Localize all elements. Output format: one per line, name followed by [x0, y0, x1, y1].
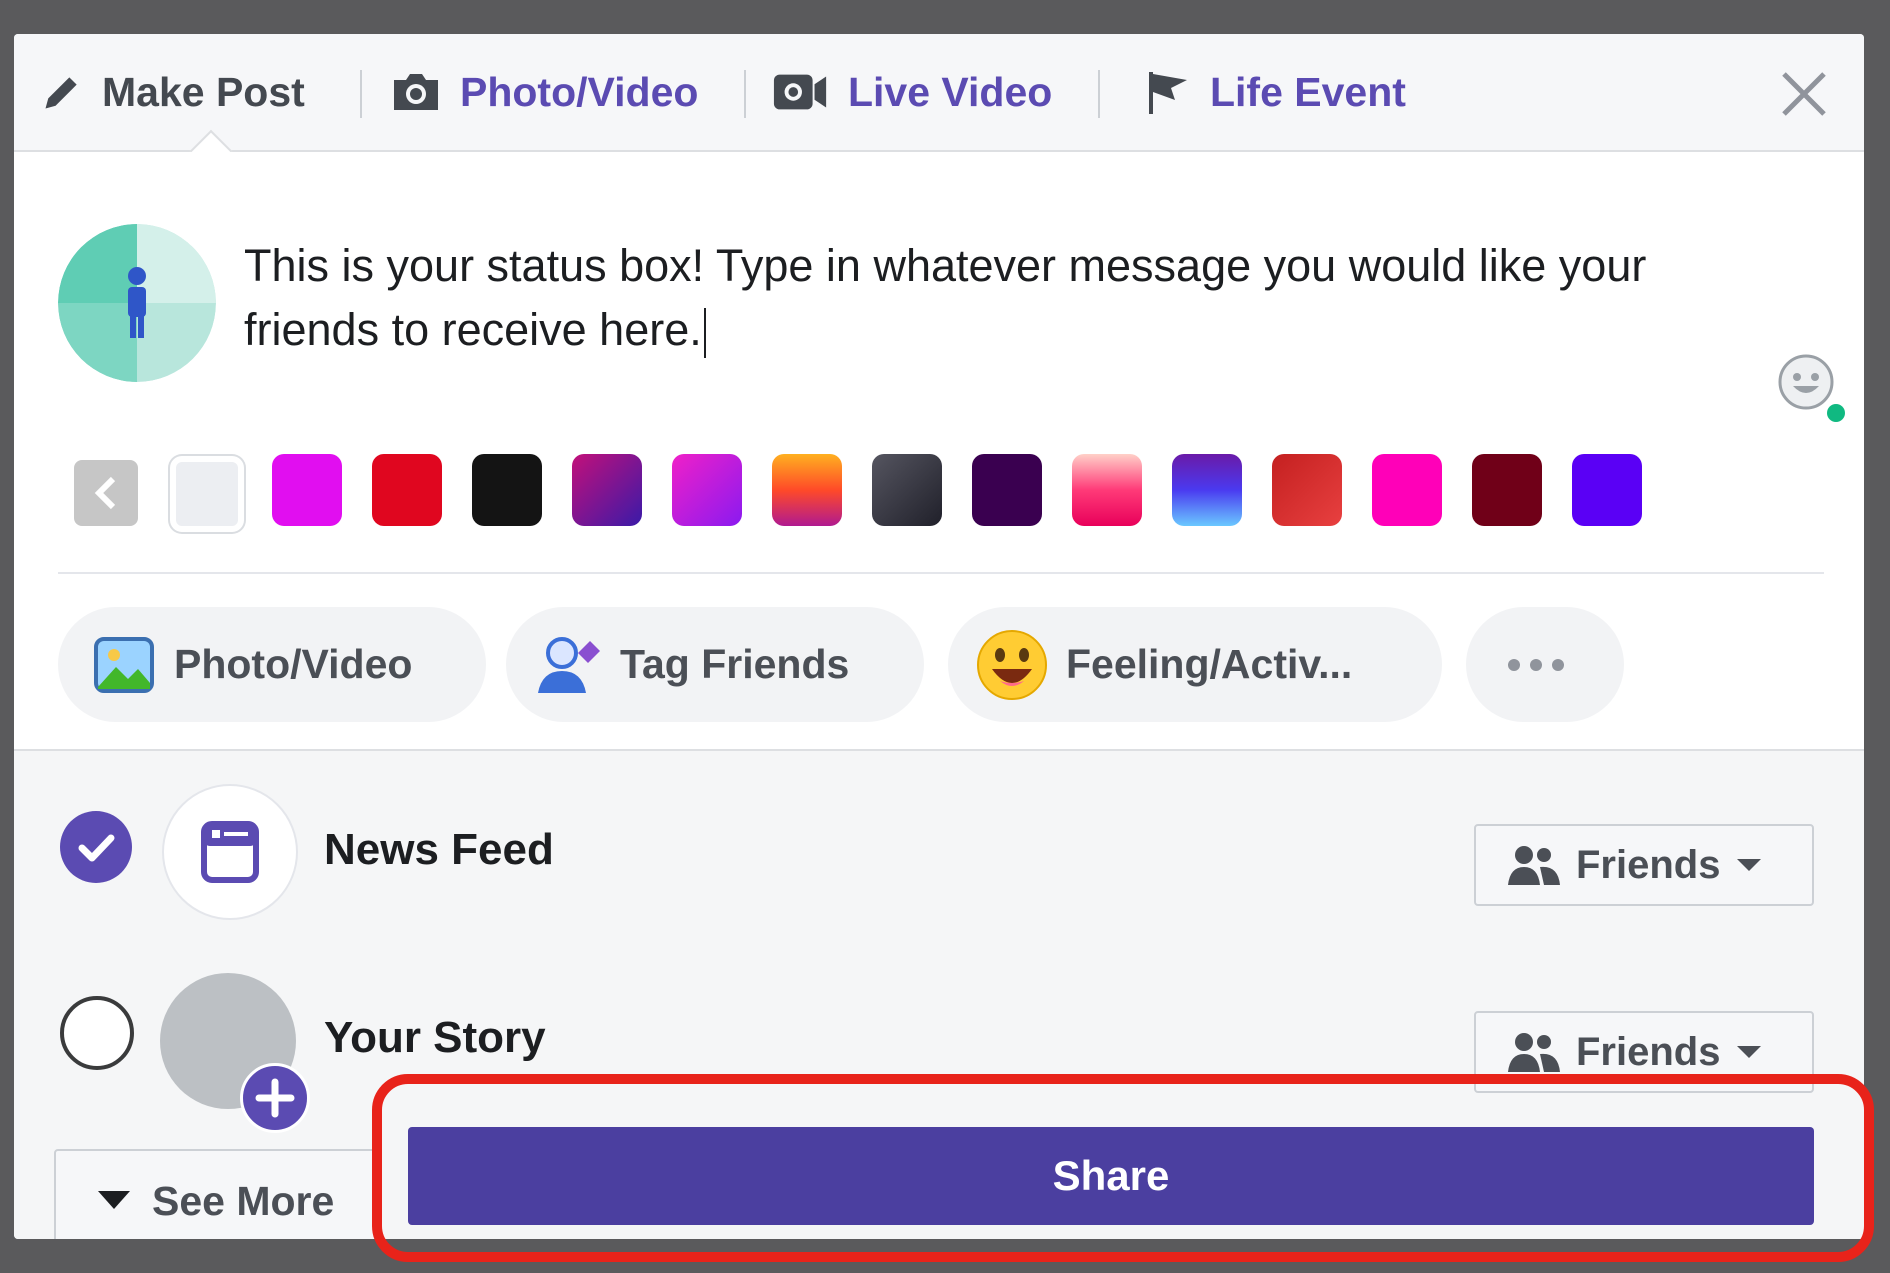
your-story-label: Your Story: [324, 1013, 546, 1062]
tab-photo-video-label: Photo/Video: [460, 68, 699, 115]
pencil-icon: [45, 77, 77, 109]
background-swatch[interactable]: [1472, 454, 1542, 526]
background-prev-button[interactable]: [74, 460, 138, 526]
tab-photo-video[interactable]: Photo/Video: [390, 62, 698, 122]
video-camera-icon: [773, 74, 827, 110]
see-more-label: See More: [152, 1177, 335, 1224]
your-story-checkbox[interactable]: [60, 996, 134, 1070]
news-feed-audience-label: Friends: [1576, 842, 1721, 887]
composer-body: This is your status box! Type in whateve…: [14, 152, 1864, 747]
background-swatch[interactable]: [1072, 454, 1142, 526]
background-swatch[interactable]: [1372, 454, 1442, 526]
camera-icon: [394, 74, 438, 110]
tag-friends-icon: [538, 636, 600, 693]
tab-separator: [1098, 70, 1100, 118]
background-swatch[interactable]: [1572, 454, 1642, 526]
news-feed-audience-dropdown[interactable]: Friends: [1474, 824, 1814, 906]
close-icon: [1782, 72, 1826, 116]
news-feed-checkbox[interactable]: [60, 811, 132, 883]
background-swatch[interactable]: [1172, 454, 1242, 526]
composer-tab-bar: Make Post Photo/Video Live Video Life Ev…: [14, 34, 1864, 152]
smiley-icon: [1778, 354, 1845, 422]
background-swatch[interactable]: [672, 454, 742, 526]
feeling-activity-button[interactable]: Feeling/Activ...: [948, 607, 1442, 722]
news-feed-label: News Feed: [324, 825, 554, 874]
news-feed-icon-circle: [162, 784, 298, 920]
your-story-audience-label: Friends: [1576, 1029, 1721, 1074]
tag-friends-button[interactable]: Tag Friends: [506, 607, 924, 722]
photo-icon: [94, 636, 154, 693]
tab-make-post-label: Make Post: [102, 68, 305, 115]
tab-make-post[interactable]: Make Post: [40, 62, 305, 122]
background-swatch[interactable]: [872, 454, 942, 526]
chevron-left-icon: [94, 476, 116, 510]
caret-down-icon: [1737, 1046, 1762, 1058]
tag-friends-label: Tag Friends: [620, 641, 850, 687]
create-post-dialog: Make Post Photo/Video Live Video Life Ev…: [14, 34, 1864, 1239]
tab-live-video-label: Live Video: [848, 68, 1053, 115]
more-icon: [1508, 658, 1564, 671]
triangle-down-icon: [98, 1191, 130, 1209]
status-text-value: This is your status box! Type in whateve…: [244, 240, 1647, 355]
feeling-emoji-icon: [977, 629, 1047, 700]
flag-icon: [1149, 72, 1187, 114]
tab-separator: [744, 70, 746, 118]
friends-icon: [1508, 1033, 1560, 1072]
background-swatch[interactable]: [572, 454, 642, 526]
avatar: [58, 224, 216, 382]
tab-life-event[interactable]: Life Event: [1142, 62, 1406, 122]
close-button[interactable]: [1774, 64, 1834, 124]
add-photo-video-button[interactable]: Photo/Video: [58, 607, 486, 722]
background-swatch[interactable]: [472, 454, 542, 526]
tab-life-event-label: Life Event: [1210, 68, 1406, 115]
background-swatch[interactable]: [772, 454, 842, 526]
tab-live-video[interactable]: Live Video: [772, 62, 1052, 122]
profile-picture-icon: [58, 224, 216, 382]
background-swatch[interactable]: [972, 454, 1042, 526]
tab-separator: [360, 70, 362, 118]
emoji-picker-button[interactable]: [1776, 352, 1846, 422]
add-photo-video-label: Photo/Video: [174, 641, 413, 687]
share-highlight-box: [372, 1074, 1874, 1262]
status-input[interactable]: This is your status box! Type in whateve…: [244, 234, 1694, 362]
plus-icon: [255, 1078, 295, 1118]
more-options-button[interactable]: [1466, 607, 1624, 722]
see-more-button[interactable]: See More: [54, 1149, 378, 1239]
checkmark-icon: [78, 834, 115, 862]
friends-icon: [1508, 846, 1560, 885]
text-cursor: [703, 308, 706, 359]
news-feed-icon: [201, 821, 259, 883]
add-to-story-button[interactable]: [240, 1063, 310, 1133]
background-swatch[interactable]: [372, 454, 442, 526]
background-swatch-plain[interactable]: [170, 456, 244, 532]
background-swatch[interactable]: [1272, 454, 1342, 526]
feeling-activity-label: Feeling/Activ...: [1066, 641, 1353, 687]
background-swatch[interactable]: [272, 454, 342, 526]
composer-divider: [58, 572, 1824, 574]
caret-down-icon: [1737, 859, 1762, 871]
